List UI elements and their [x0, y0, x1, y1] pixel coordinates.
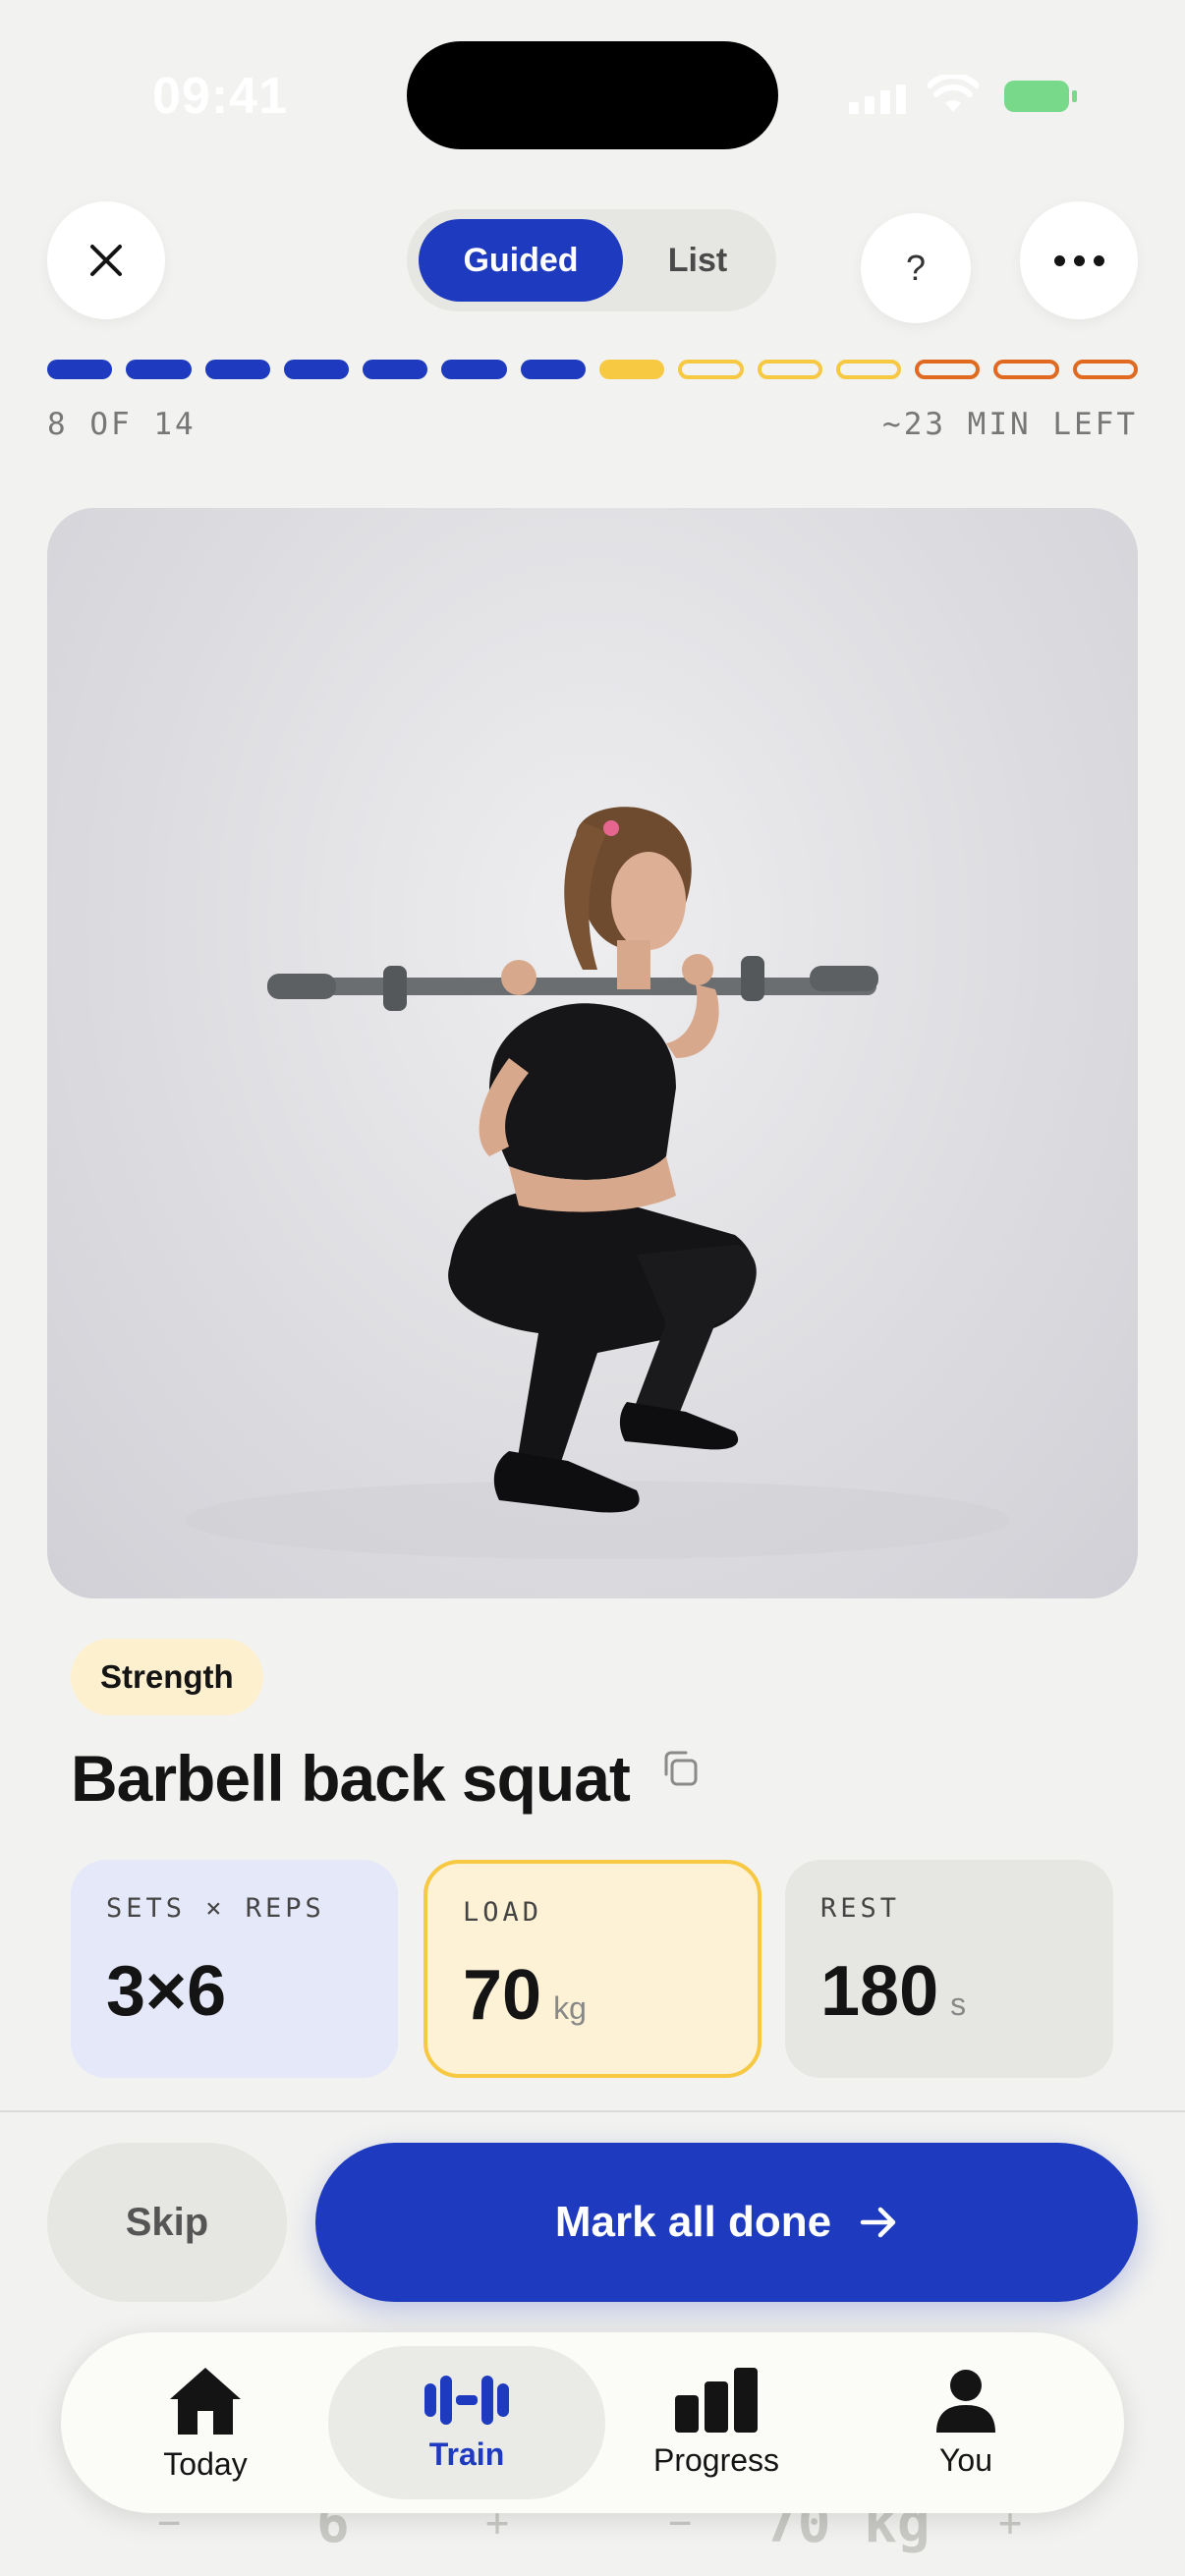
- dynamic-island: [407, 41, 778, 149]
- tab-train-label: Train: [428, 2436, 505, 2472]
- progress-segment: [441, 360, 507, 379]
- category-badge: Strength: [71, 1639, 263, 1715]
- progress-segment: [835, 360, 902, 379]
- wifi-icon: [928, 75, 979, 112]
- tab-you[interactable]: You: [827, 2346, 1104, 2499]
- stat-load[interactable]: LOAD 70 kg: [423, 1860, 762, 2078]
- tab-you-label: You: [939, 2441, 992, 2478]
- stat-rest-label: REST: [820, 1893, 901, 1924]
- mark-all-done-label: Mark all done: [554, 2198, 832, 2246]
- status-time: 09:41: [152, 68, 288, 125]
- help-button[interactable]: ?: [861, 213, 971, 323]
- close-button[interactable]: [47, 201, 165, 319]
- progress-segment: [915, 360, 981, 379]
- exercise-title: Barbell back squat: [71, 1742, 631, 1815]
- arrow-right-icon: [860, 2207, 896, 2238]
- progress-segment: [599, 360, 665, 379]
- stat-load-value: 70: [463, 1956, 542, 2035]
- person-icon: [936, 2369, 995, 2433]
- tab-today[interactable]: Today: [67, 2346, 344, 2499]
- stat-sets-reps-value: 3×6: [106, 1952, 227, 2031]
- stat-sets-reps[interactable]: SETS × REPS 3×6: [71, 1860, 398, 2078]
- progress-segment: [1072, 360, 1138, 379]
- toggle-guided[interactable]: Guided: [419, 219, 623, 302]
- bar-chart-icon: [675, 2367, 758, 2433]
- more-icon: [1053, 254, 1104, 266]
- progress-segment: [47, 360, 113, 379]
- progress-segment: [363, 360, 428, 379]
- progress-segment: [283, 360, 350, 379]
- battery-icon: [1004, 81, 1077, 112]
- exercise-progress-bar: [47, 360, 1138, 379]
- stat-rest-value: 180: [820, 1952, 939, 2031]
- stat-rest[interactable]: REST 180 s: [785, 1860, 1113, 2078]
- cellular-signal-icon: [849, 83, 908, 114]
- tab-train[interactable]: Train: [328, 2346, 605, 2499]
- close-icon: [90, 245, 122, 276]
- tab-bar: Today Train Progress You: [61, 2332, 1124, 2513]
- progress-position: 8 OF 14: [47, 407, 197, 442]
- progress-time-left: ~23 MIN LEFT: [882, 407, 1138, 442]
- tab-progress[interactable]: Progress: [578, 2346, 855, 2499]
- progress-segment: [757, 360, 822, 379]
- divider: [0, 2110, 1185, 2112]
- home-icon: [170, 2367, 241, 2435]
- stat-rest-unit: s: [950, 1987, 967, 2022]
- progress-segment: [993, 360, 1059, 379]
- view-mode-toggle: Guided List: [407, 209, 776, 311]
- more-options-button[interactable]: [1020, 201, 1138, 319]
- progress-segment: [204, 360, 270, 379]
- tab-progress-label: Progress: [652, 2441, 780, 2478]
- progress-segment: [678, 360, 744, 379]
- exercise-photo: [47, 508, 1138, 1598]
- stat-sets-reps-label: SETS × REPS: [106, 1893, 325, 1924]
- skip-button[interactable]: Skip: [47, 2143, 287, 2302]
- stat-load-unit: kg: [553, 1990, 587, 2026]
- squat-illustration: [185, 807, 1010, 1559]
- dumbbell-icon: [424, 2375, 509, 2425]
- tab-today-label: Today: [163, 2445, 248, 2482]
- mark-all-done-button[interactable]: Mark all done: [315, 2143, 1138, 2302]
- question-icon: ?: [905, 248, 927, 288]
- copy-icon[interactable]: [660, 1749, 700, 1788]
- stat-load-label: LOAD: [463, 1897, 543, 1928]
- toggle-list[interactable]: List: [631, 219, 764, 302]
- progress-segment: [520, 360, 586, 379]
- progress-segment: [126, 360, 192, 379]
